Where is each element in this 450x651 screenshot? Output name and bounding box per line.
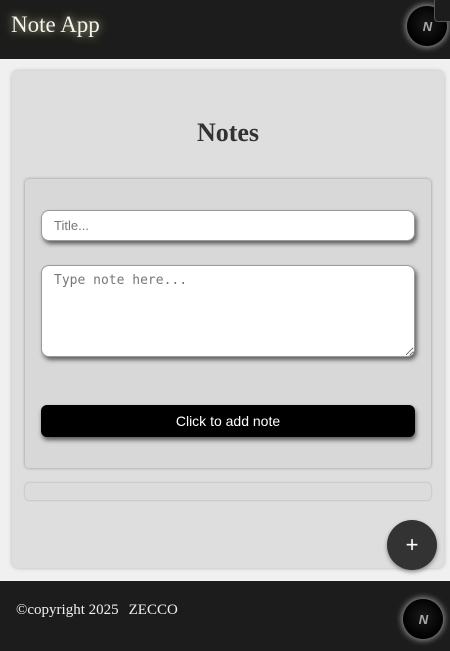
- title-input[interactable]: [41, 210, 415, 241]
- corner-tab: [434, 0, 450, 22]
- logo-letter: N: [418, 611, 428, 627]
- notes-list: [25, 483, 431, 500]
- app-title: Note App: [11, 12, 100, 37]
- copyright-text: ©copyright 2025 ZECCO: [16, 602, 178, 619]
- notes-card: Notes Click to add note: [12, 71, 444, 568]
- page-title: Notes: [196, 118, 260, 147]
- note-form: Click to add note: [25, 179, 431, 468]
- copyright-label: ©copyright 2025: [16, 602, 119, 618]
- add-note-button[interactable]: Click to add note: [41, 405, 415, 437]
- add-fab-button[interactable]: +: [387, 520, 437, 570]
- app-footer: ©copyright 2025 ZECCO N: [0, 581, 450, 651]
- app-header: Note App N: [0, 0, 450, 59]
- note-textarea[interactable]: [41, 265, 415, 357]
- n-logo-icon[interactable]: N: [403, 599, 443, 639]
- logo-letter: N: [422, 18, 432, 34]
- company-name: ZECCO: [128, 602, 178, 618]
